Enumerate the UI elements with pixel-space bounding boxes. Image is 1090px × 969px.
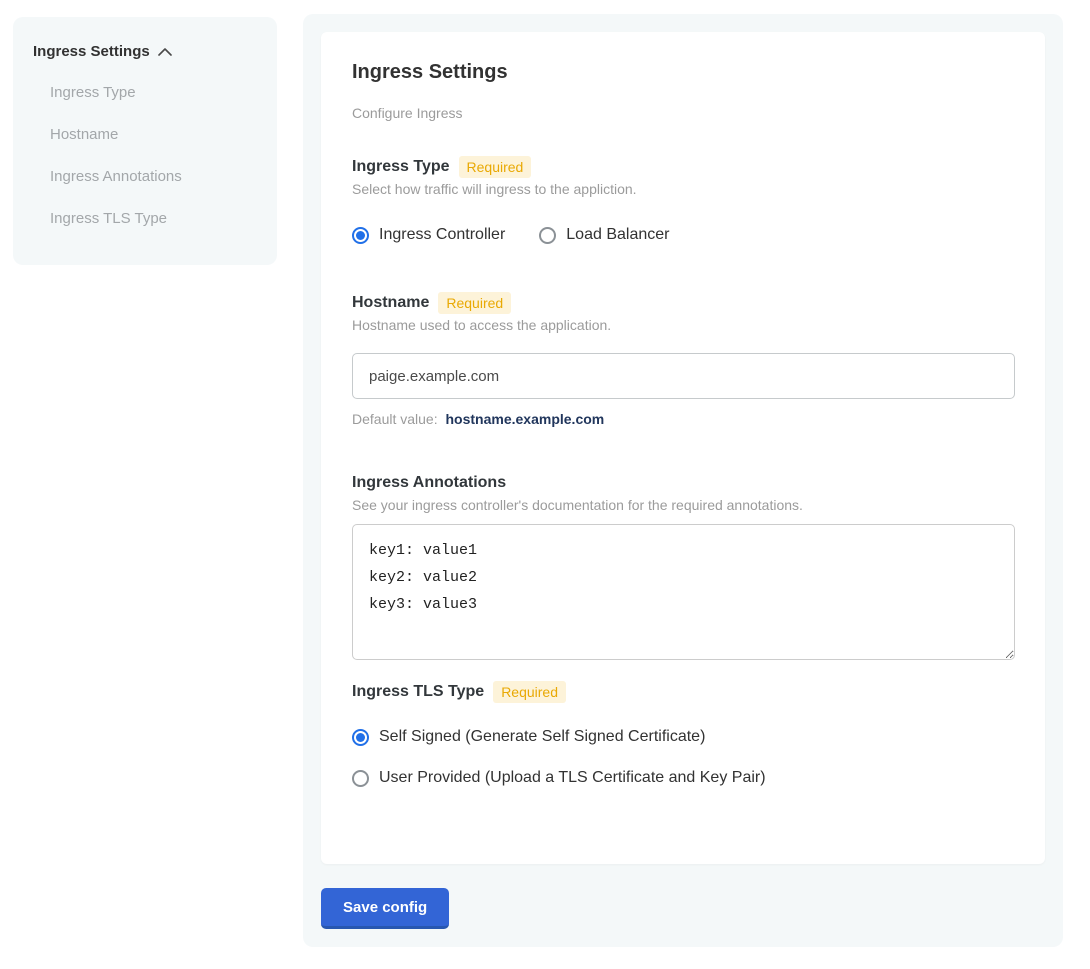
radio-option-self-signed[interactable]: Self Signed (Generate Self Signed Certif… [352, 727, 705, 747]
tls-radio-group: User Provided (Upload a TLS Certificate … [352, 768, 1014, 788]
help-text-ingress-annotations: See your ingress controller's documentat… [352, 496, 1014, 514]
hostname-default-line: Default value: hostname.example.com [352, 410, 1014, 428]
radio-option-user-provided[interactable]: User Provided (Upload a TLS Certificate … [352, 768, 766, 788]
config-sidebar: Ingress Settings Ingress Type Hostname I… [13, 17, 277, 265]
required-badge: Required [493, 681, 566, 703]
sidebar-group-ingress-settings[interactable]: Ingress Settings [33, 43, 257, 60]
ingress-type-radio-group: Ingress Controller Load Balancer [352, 225, 1014, 245]
radio-option-ingress-controller[interactable]: Ingress Controller [352, 225, 505, 245]
sidebar-item-ingress-type[interactable]: Ingress Type [50, 84, 257, 102]
section-ingress-type: Ingress Type Required Select how traffic… [352, 156, 1014, 245]
default-value-text: hostname.example.com [446, 411, 605, 427]
section-ingress-tls-type: Ingress TLS Type Required Self Signed (G… [352, 681, 1014, 788]
help-text-hostname: Hostname used to access the application. [352, 316, 1014, 334]
chevron-up-icon[interactable] [158, 47, 172, 57]
section-title-ingress-tls-type: Ingress TLS Type [352, 681, 484, 703]
section-title-ingress-annotations: Ingress Annotations [352, 472, 506, 494]
section-ingress-annotations: Ingress Annotations See your ingress con… [352, 472, 1014, 660]
section-title-hostname: Hostname [352, 292, 429, 314]
radio-unselected-icon[interactable] [352, 770, 369, 787]
sidebar-item-ingress-annotations[interactable]: Ingress Annotations [50, 168, 257, 186]
required-badge: Required [459, 156, 532, 178]
sidebar-group-title: Ingress Settings [33, 43, 150, 60]
page-subtitle: Configure Ingress [352, 104, 1014, 122]
config-main-panel: Ingress Settings Configure Ingress Ingre… [303, 14, 1063, 947]
radio-unselected-icon[interactable] [539, 227, 556, 244]
section-hostname: Hostname Required Hostname used to acces… [352, 292, 1014, 428]
radio-label: User Provided (Upload a TLS Certificate … [379, 768, 766, 788]
save-config-button[interactable]: Save config [321, 888, 449, 929]
config-group-card: Ingress Settings Configure Ingress Ingre… [321, 32, 1045, 864]
help-text-ingress-type: Select how traffic will ingress to the a… [352, 180, 1014, 198]
config-page: Ingress Settings Ingress Type Hostname I… [0, 0, 1090, 969]
page-title: Ingress Settings [352, 60, 1014, 84]
radio-label: Ingress Controller [379, 225, 505, 245]
ingress-annotations-textarea[interactable]: key1: value1 key2: value2 key3: value3 [352, 524, 1015, 660]
radio-label: Self Signed (Generate Self Signed Certif… [379, 727, 705, 747]
radio-label: Load Balancer [566, 225, 669, 245]
sidebar-item-hostname[interactable]: Hostname [50, 126, 257, 144]
radio-selected-icon[interactable] [352, 729, 369, 746]
hostname-input[interactable] [352, 353, 1015, 399]
default-value-label: Default value: [352, 411, 438, 427]
sidebar-item-ingress-tls-type[interactable]: Ingress TLS Type [50, 210, 257, 228]
section-title-ingress-type: Ingress Type [352, 156, 450, 178]
radio-option-load-balancer[interactable]: Load Balancer [539, 225, 669, 245]
required-badge: Required [438, 292, 511, 314]
tls-radio-group: Self Signed (Generate Self Signed Certif… [352, 727, 1014, 747]
radio-selected-icon[interactable] [352, 227, 369, 244]
